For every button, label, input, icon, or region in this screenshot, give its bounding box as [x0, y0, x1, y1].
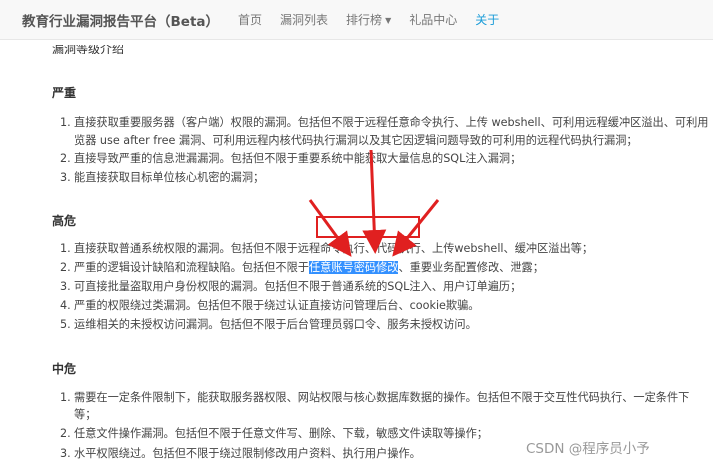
- list-item: 1. 直接获取普通系统权限的漏洞。包括但不限于远程命令执行、代码执行、上传webs…: [60, 241, 593, 257]
- nav-home[interactable]: 首页: [229, 0, 271, 39]
- nav-vuln-list[interactable]: 漏洞列表: [271, 0, 337, 39]
- selected-text-highlight: 任意账号密码修改: [308, 261, 399, 274]
- item-number: 2.: [60, 427, 71, 440]
- section-title-critical: 严重: [52, 86, 77, 100]
- list-item: 5. 运维相关的未授权访问漏洞。包括但不限于后台管理员弱口令、服务未授权访问。: [60, 317, 477, 333]
- item-text-continued: 览器 use after free 漏洞、可利用远程内核代码执行漏洞以及其它因逻…: [74, 134, 638, 147]
- item-text-post: 、重要业务配置修改、泄露；: [398, 261, 544, 274]
- item-number: 1.: [60, 391, 71, 404]
- nav-leaderboard-label: 排行榜: [346, 12, 383, 27]
- nav-gift-center[interactable]: 礼品中心: [400, 0, 466, 39]
- list-item: 3. 可直接批量盗取用户身份权限的漏洞。包括但不限于普通系统的SQL注入、用户订单…: [60, 279, 521, 295]
- item-text: 直接获取重要服务器（客户端）权限的漏洞。包括但不限于远程任意命令执行、上传 we…: [74, 116, 709, 129]
- item-text: 需要在一定条件限制下，能获取服务器权限、网站权限与核心数据库数据的操作。包括但不…: [74, 391, 690, 404]
- list-item: 1. 需要在一定条件限制下，能获取服务器权限、网站权限与核心数据库数据的操作。包括…: [60, 390, 689, 406]
- cut-off-heading: 漏洞等级介绍: [52, 45, 125, 54]
- list-item: 4. 严重的权限绕过类漏洞。包括但不限于绕过认证直接访问管理后台、cookie欺骗…: [60, 298, 480, 314]
- item-text-continued: 等；: [74, 408, 97, 421]
- item-text: 运维相关的未授权访问漏洞。包括但不限于后台管理员弱口令、服务未授权访问。: [74, 318, 477, 331]
- item-text: 任意文件操作漏洞。包括但不限于任意文件写、删除、下载，敏感文件读取等操作；: [74, 427, 488, 440]
- annotation-red-box: [316, 216, 420, 238]
- item-number: 4.: [60, 299, 71, 312]
- list-item: 2. 直接导致严重的信息泄漏漏洞。包括但不限于重要系统中能获取大量信息的SQL注入…: [60, 151, 521, 167]
- item-number: 3.: [60, 447, 71, 460]
- section-title-medium: 中危: [52, 362, 77, 376]
- nav-leaderboard[interactable]: 排行榜 ▼: [337, 0, 400, 39]
- nav-about[interactable]: 关于: [466, 0, 508, 39]
- item-number: 3.: [60, 280, 71, 293]
- item-number: 1.: [60, 116, 71, 129]
- csdn-watermark: CSDN @程序员小予: [526, 441, 650, 457]
- list-item: 3. 水平权限绕过。包括但不限于绕过限制修改用户资料、执行用户操作。: [60, 446, 421, 462]
- list-item: 1. 直接获取重要服务器（客户端）权限的漏洞。包括但不限于远程任意命令执行、上传 …: [60, 115, 708, 131]
- list-item: 3. 能直接获取目标单位核心机密的漏洞；: [60, 170, 264, 186]
- item-number: 3.: [60, 171, 71, 184]
- item-number: 5.: [60, 318, 71, 331]
- item-text: 直接导致严重的信息泄漏漏洞。包括但不限于重要系统中能获取大量信息的SQL注入漏洞…: [74, 152, 522, 165]
- item-number: 2.: [60, 261, 71, 274]
- item-text: 可直接批量盗取用户身份权限的漏洞。包括但不限于普通系统的SQL注入、用户订单遍历…: [74, 280, 522, 293]
- caret-down-icon: ▼: [385, 15, 392, 25]
- item-text: 严重的权限绕过类漏洞。包括但不限于绕过认证直接访问管理后台、cookie欺骗。: [74, 299, 480, 312]
- list-item: 2. 严重的逻辑设计缺陷和流程缺陷。包括但不限于任意账号密码修改、重要业务配置修改…: [60, 260, 544, 276]
- brand-title[interactable]: 教育行业漏洞报告平台（Beta）: [22, 10, 219, 30]
- section-title-high: 高危: [52, 214, 77, 228]
- item-number: 2.: [60, 152, 71, 165]
- item-text-pre: 严重的逻辑设计缺陷和流程缺陷。包括但不限于: [74, 261, 309, 274]
- item-number: 1.: [60, 242, 71, 255]
- page-content: 漏洞等级介绍 严重 1. 直接获取重要服务器（客户端）权限的漏洞。包括但不限于远程…: [0, 40, 713, 467]
- top-navbar: 教育行业漏洞报告平台（Beta） 首页 漏洞列表 排行榜 ▼ 礼品中心 关于: [0, 0, 713, 40]
- item-text: 水平权限绕过。包括但不限于绕过限制修改用户资料、执行用户操作。: [74, 447, 421, 460]
- item-text: 能直接获取目标单位核心机密的漏洞；: [74, 171, 265, 184]
- list-item: 2. 任意文件操作漏洞。包括但不限于任意文件写、删除、下载，敏感文件读取等操作；: [60, 426, 488, 442]
- item-text: 直接获取普通系统权限的漏洞。包括但不限于远程命令执行、代码执行、上传webshe…: [74, 242, 594, 255]
